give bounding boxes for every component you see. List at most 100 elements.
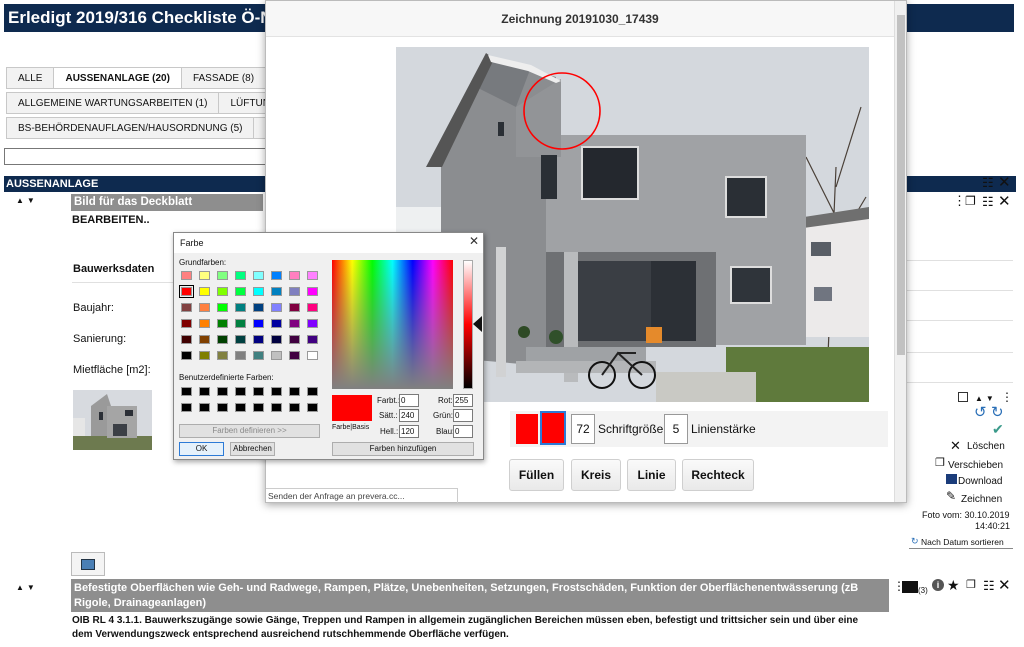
basic-color-swatch[interactable] xyxy=(181,303,192,312)
basic-color-swatch[interactable] xyxy=(235,351,246,360)
basic-color-swatch[interactable] xyxy=(179,285,194,298)
tab-allgemeine-wartungsarbeiten[interactable]: ALLGEMEINE WARTUNGSARBEITEN (1) xyxy=(6,92,220,114)
close-icon[interactable]: ✕ xyxy=(469,234,479,248)
basic-color-swatch[interactable] xyxy=(217,319,228,328)
basic-color-swatch[interactable] xyxy=(217,351,228,360)
add-color-button[interactable]: Farben hinzufügen xyxy=(332,442,474,456)
line-color-swatch[interactable] xyxy=(540,411,566,445)
basic-color-swatch[interactable] xyxy=(307,287,318,296)
green-input[interactable]: 0 xyxy=(453,409,473,422)
basic-color-swatch[interactable] xyxy=(307,303,318,312)
basic-color-swatch[interactable] xyxy=(271,303,282,312)
custom-color-swatch[interactable] xyxy=(307,387,318,396)
basic-color-swatch[interactable] xyxy=(307,319,318,328)
custom-color-swatch[interactable] xyxy=(217,387,228,396)
star-icon[interactable]: ★ xyxy=(947,577,960,594)
fill-button[interactable]: Füllen xyxy=(509,459,564,491)
copy-icon[interactable]: ❐ xyxy=(966,578,976,591)
basic-color-swatch[interactable] xyxy=(181,335,192,344)
photo-thumbnail[interactable] xyxy=(73,390,152,450)
basic-color-swatch[interactable] xyxy=(217,303,228,312)
blue-input[interactable]: 0 xyxy=(453,425,473,438)
line-width-input[interactable]: 5 xyxy=(664,414,688,444)
rotate-right-icon[interactable]: ↻ xyxy=(991,403,1004,421)
basic-color-swatch[interactable] xyxy=(199,303,210,312)
download-link[interactable]: Download xyxy=(958,476,1002,487)
custom-color-swatch[interactable] xyxy=(181,387,192,396)
define-colors-button[interactable]: Farben definieren >> xyxy=(179,424,320,438)
tab-fassade[interactable]: FASSADE (8) xyxy=(180,67,267,89)
sort-by-date-link[interactable]: Nach Datum sortieren xyxy=(921,537,1004,547)
close-icon[interactable]: ✕ xyxy=(998,576,1011,594)
tab-bs-behoerdenauflagen[interactable]: BS-BEHÖRDENAUFLAGEN/HAUSORDNUNG (5) xyxy=(6,117,255,139)
draw-link[interactable]: Zeichnen xyxy=(961,494,1002,505)
basic-color-swatch[interactable] xyxy=(181,271,192,280)
custom-color-swatch[interactable] xyxy=(199,387,210,396)
basic-color-swatch[interactable] xyxy=(253,351,264,360)
sort-arrows-icon[interactable]: ▲▼ xyxy=(975,394,997,403)
basic-color-swatch[interactable] xyxy=(199,287,210,296)
search-input[interactable] xyxy=(4,148,269,165)
basic-color-swatch[interactable] xyxy=(271,287,282,296)
custom-color-swatch[interactable] xyxy=(289,403,300,412)
scrollbar-thumb[interactable] xyxy=(897,15,905,355)
font-size-input[interactable]: 72 xyxy=(571,414,595,444)
custom-color-swatch[interactable] xyxy=(271,403,282,412)
fill-color-swatch[interactable] xyxy=(516,414,538,444)
basic-color-swatch[interactable] xyxy=(253,271,264,280)
basic-color-swatch[interactable] xyxy=(199,335,210,344)
more-vertical-icon[interactable]: ⋮ xyxy=(1001,390,1013,404)
basic-color-swatch[interactable] xyxy=(181,319,192,328)
basic-color-swatch[interactable] xyxy=(253,335,264,344)
rotate-left-icon[interactable]: ↺ xyxy=(974,403,987,421)
custom-color-swatch[interactable] xyxy=(253,387,264,396)
basic-color-swatch[interactable] xyxy=(271,351,282,360)
custom-color-swatch[interactable] xyxy=(271,387,282,396)
close-icon[interactable]: ✕ xyxy=(998,173,1011,191)
basic-color-swatch[interactable] xyxy=(235,271,246,280)
custom-color-swatch[interactable] xyxy=(217,403,228,412)
saturation-input[interactable]: 240 xyxy=(399,409,419,422)
layer-icon[interactable]: ☷ xyxy=(982,175,994,191)
basic-color-swatch[interactable] xyxy=(253,303,264,312)
check-icon[interactable]: ✔ xyxy=(992,421,1004,438)
custom-color-swatch[interactable] xyxy=(235,403,246,412)
custom-color-swatch[interactable] xyxy=(307,403,318,412)
custom-color-swatch[interactable] xyxy=(235,387,246,396)
rectangle-button[interactable]: Rechteck xyxy=(682,459,754,491)
basic-color-swatch[interactable] xyxy=(289,319,300,328)
sort-arrows-icon[interactable]: ▲▼ xyxy=(16,196,38,205)
tab-aussenanlage[interactable]: AUSSENANLAGE (20) xyxy=(53,67,182,89)
cancel-button[interactable]: Abbrechen xyxy=(230,442,275,456)
info-icon[interactable]: i xyxy=(932,579,944,591)
color-spectrum-field[interactable] xyxy=(332,260,453,389)
basic-color-swatch[interactable] xyxy=(199,271,210,280)
edit-link[interactable]: BEARBEITEN.. xyxy=(72,214,150,226)
delete-link[interactable]: Löschen xyxy=(967,441,1005,452)
basic-color-swatch[interactable] xyxy=(289,335,300,344)
image-icon[interactable] xyxy=(902,581,918,593)
basic-color-swatch[interactable] xyxy=(217,271,228,280)
luminance-arrow-icon[interactable] xyxy=(473,316,482,332)
line-button[interactable]: Linie xyxy=(627,459,676,491)
ok-button[interactable]: OK xyxy=(179,442,224,456)
custom-color-swatch[interactable] xyxy=(289,387,300,396)
pencil-icon[interactable]: ✎ xyxy=(946,489,956,503)
custom-color-swatch[interactable] xyxy=(181,403,192,412)
basic-color-swatch[interactable] xyxy=(307,271,318,280)
basic-color-swatch[interactable] xyxy=(253,319,264,328)
circle-button[interactable]: Kreis xyxy=(571,459,621,491)
basic-color-swatch[interactable] xyxy=(271,271,282,280)
red-input[interactable]: 255 xyxy=(453,394,473,407)
custom-color-swatch[interactable] xyxy=(253,403,264,412)
layer-icon[interactable]: ☷ xyxy=(983,578,995,594)
image-upload-button[interactable] xyxy=(71,552,105,576)
basic-color-swatch[interactable] xyxy=(199,319,210,328)
basic-color-swatch[interactable] xyxy=(199,351,210,360)
dialog-scrollbar[interactable] xyxy=(894,1,906,502)
copy-icon[interactable]: ❐ xyxy=(965,194,976,208)
sort-arrows-icon[interactable]: ▲▼ xyxy=(16,583,38,592)
basic-color-swatch[interactable] xyxy=(271,335,282,344)
move-link[interactable]: Verschieben xyxy=(948,460,1003,471)
basic-color-swatch[interactable] xyxy=(271,319,282,328)
